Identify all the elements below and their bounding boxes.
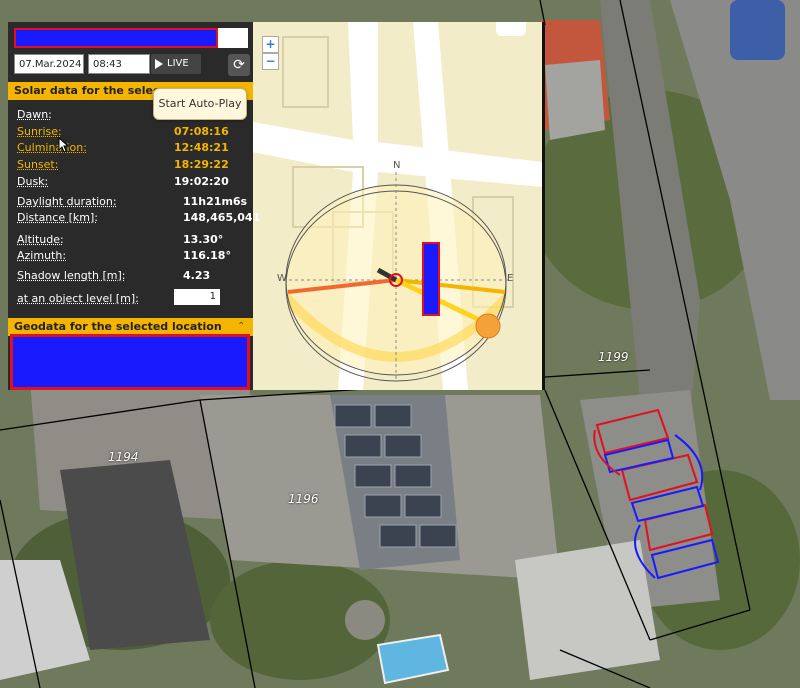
row-dusk: Dusk: 19:02:20: [17, 175, 249, 190]
play-icon: [155, 59, 163, 69]
object-level-input[interactable]: 1: [174, 289, 220, 305]
sunrise-label[interactable]: Sunrise:: [17, 125, 62, 138]
sunrise-value: 07:08:16: [174, 125, 229, 138]
compass-w: W: [277, 273, 287, 284]
dusk-value: 19:02:20: [174, 175, 229, 188]
object-marker: [422, 242, 440, 316]
culmination-label[interactable]: Culmination:: [17, 141, 87, 154]
shadow-value: 4.23: [183, 269, 211, 282]
location-search-bar[interactable]: [14, 28, 218, 48]
culmination-value: 12:48:21: [174, 141, 229, 154]
date-input[interactable]: 07.Mar.2024: [14, 54, 84, 74]
compass-n: N: [393, 160, 401, 171]
distance-label[interactable]: Distance [km]:: [17, 211, 98, 224]
row-sunrise: Sunrise: 07:08:16: [17, 125, 249, 140]
mouse-cursor-icon: [58, 137, 70, 153]
time-input[interactable]: 08:43 UTC+1: [88, 54, 150, 90]
daylight-label[interactable]: Daylight duration:: [17, 195, 117, 208]
row-altitude: Altitude: 13.30°: [17, 233, 249, 248]
solar-panel: 07.Mar.2024 08:43 UTC+1 LIVE ⟳ Solar dat…: [8, 22, 260, 390]
refresh-icon: ⟳: [233, 57, 245, 73]
daylight-value: 11h21m6s: [183, 195, 248, 208]
azimuth-label[interactable]: Azimuth:: [17, 249, 66, 262]
refresh-button[interactable]: ⟳: [228, 54, 250, 76]
shadow-label[interactable]: Shadow length [m]:: [17, 269, 125, 282]
parcel-label-1196: 1196: [288, 492, 319, 506]
dawn-label[interactable]: Dawn:: [17, 108, 52, 121]
location-search-button[interactable]: [218, 28, 248, 48]
row-distance: Distance [km]: 148,465,041: [17, 211, 260, 226]
row-culmination: Culmination: 12:48:21: [17, 141, 249, 156]
row-shadow: Shadow length [m]: 4.23: [17, 269, 249, 284]
sun-diagram: [253, 22, 542, 390]
parcel-label-1199: 1199: [598, 350, 629, 364]
sun-path-map[interactable]: N W E + −: [253, 22, 545, 390]
azimuth-value: 116.18°: [183, 249, 231, 262]
compass-e: E: [507, 273, 514, 284]
object-level-label[interactable]: at an object level [m]:: [17, 292, 139, 305]
sunset-label[interactable]: Sunset:: [17, 158, 58, 171]
sunset-value: 18:29:22: [174, 158, 229, 171]
altitude-label[interactable]: Altitude:: [17, 233, 64, 246]
row-sunset: Sunset: 18:29:22: [17, 158, 249, 173]
geodata-content: [10, 334, 250, 390]
parcel-label-1194: 1194: [108, 450, 139, 464]
dusk-label[interactable]: Dusk:: [17, 175, 48, 188]
live-label: LIVE: [167, 58, 189, 69]
live-button[interactable]: LIVE: [151, 54, 201, 74]
zoom-in-button[interactable]: +: [262, 36, 279, 53]
row-azimuth: Azimuth: 116.18°: [17, 249, 249, 264]
altitude-value: 13.30°: [183, 233, 224, 246]
layers-icon[interactable]: [496, 22, 526, 36]
autoplay-tooltip: Start Auto-Play: [153, 88, 247, 120]
distance-value: 148,465,041: [183, 211, 261, 224]
row-daylight: Daylight duration: 11h21m6s: [17, 195, 249, 210]
zoom-out-button[interactable]: −: [262, 53, 279, 70]
